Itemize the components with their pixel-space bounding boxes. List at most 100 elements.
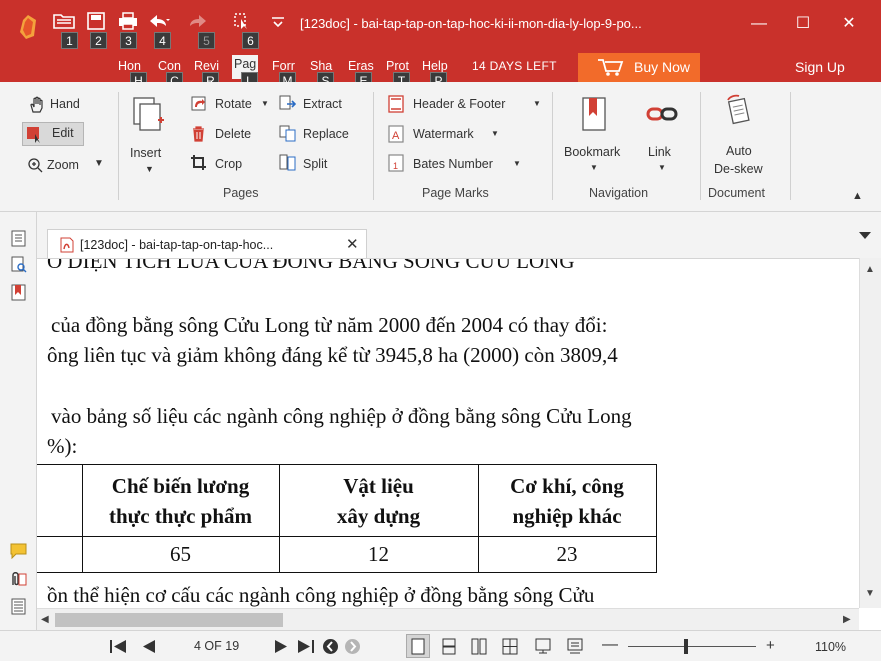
- zoom-tool-button[interactable]: Zoom: [47, 158, 79, 172]
- last-page-icon[interactable]: [296, 638, 316, 655]
- undo-icon[interactable]: [146, 12, 170, 30]
- deskew-label: De-skew: [714, 162, 763, 176]
- hand-icon: [30, 96, 43, 113]
- document-tab[interactable]: [123doc] - bai-tap-tap-on-tap-hoc... ✕: [47, 229, 367, 258]
- crop-button[interactable]: Crop: [215, 157, 242, 171]
- continuous-page-icon[interactable]: [440, 638, 458, 655]
- header-footer-dropdown-icon[interactable]: ▼: [533, 99, 541, 108]
- reflow-icon[interactable]: [566, 638, 584, 655]
- app-logo-icon: [20, 15, 36, 39]
- save-icon[interactable]: [84, 12, 108, 30]
- bookmarks-panel-icon[interactable]: [10, 284, 27, 301]
- table-value-cell: 23: [477, 536, 657, 573]
- zoom-slider-thumb[interactable]: [683, 639, 688, 654]
- tab-erase[interactable]: Eras: [348, 59, 374, 73]
- buy-now-label: Buy Now: [634, 59, 691, 75]
- tab-form[interactable]: Forr: [272, 59, 295, 73]
- keytip-1: 1: [61, 32, 78, 49]
- tab-share[interactable]: Sha: [310, 59, 332, 73]
- bookmark-dropdown-icon[interactable]: ▼: [590, 163, 598, 172]
- tab-list-dropdown-icon[interactable]: [859, 232, 871, 239]
- horizontal-scroll-thumb[interactable]: [55, 613, 283, 627]
- cursor-select-icon[interactable]: [232, 12, 256, 30]
- page-thumbnails-icon[interactable]: [10, 230, 27, 247]
- comments-icon[interactable]: [10, 542, 27, 559]
- close-button[interactable]: ✕: [832, 10, 866, 38]
- scroll-down-icon[interactable]: ▼: [865, 588, 875, 599]
- bates-number-button[interactable]: Bates Number: [413, 157, 493, 171]
- table-header-cell: Cơ khí, công nghiệp khác: [477, 464, 657, 537]
- first-page-icon[interactable]: [108, 638, 128, 655]
- scroll-right-icon[interactable]: ▶: [843, 614, 851, 625]
- presentation-mode-icon[interactable]: [534, 638, 552, 655]
- attachments-icon[interactable]: [10, 570, 27, 587]
- sign-up-link[interactable]: Sign Up: [795, 59, 845, 75]
- facing-pages-icon[interactable]: [470, 638, 488, 655]
- table-cell: [37, 536, 83, 573]
- doc-paragraph-line: %):: [47, 434, 78, 458]
- previous-view-icon[interactable]: [322, 638, 339, 655]
- page-indicator[interactable]: 4 OF 19: [194, 639, 239, 653]
- group-label-pages: Pages: [223, 186, 259, 200]
- watermark-button[interactable]: Watermark: [413, 127, 474, 141]
- group-separator: [118, 92, 119, 200]
- continuous-facing-icon[interactable]: [501, 638, 519, 655]
- link-dropdown-icon[interactable]: ▼: [658, 163, 666, 172]
- tab-protect[interactable]: Prot: [386, 59, 409, 73]
- collapse-ribbon-icon[interactable]: ▲: [852, 190, 863, 202]
- replace-button[interactable]: Replace: [303, 127, 349, 141]
- hand-tool-button[interactable]: Hand: [50, 97, 80, 111]
- customize-toolbar-icon[interactable]: [266, 12, 290, 30]
- extract-button[interactable]: Extract: [303, 97, 342, 111]
- minimize-button[interactable]: —: [742, 10, 776, 38]
- tab-home[interactable]: Hon: [118, 59, 141, 73]
- delete-icon: [193, 126, 204, 142]
- bookmark-button[interactable]: Bookmark: [564, 145, 620, 159]
- redo-icon[interactable]: [186, 12, 210, 30]
- zoom-in-icon[interactable]: +: [766, 637, 775, 654]
- split-button[interactable]: Split: [303, 157, 327, 171]
- vertical-scrollbar[interactable]: ▲ ▼: [859, 258, 881, 608]
- zoom-dropdown-icon[interactable]: ▼: [94, 158, 104, 169]
- header-footer-button[interactable]: Header & Footer: [413, 97, 505, 111]
- auto-deskew-icon: [727, 94, 750, 125]
- document-view[interactable]: Ở DIỆN TÍCH LÚA CỦA ĐỒNG BẰNG SÔNG CỬU L…: [37, 258, 859, 608]
- tab-help[interactable]: Help: [422, 59, 448, 73]
- zoom-level[interactable]: 110%: [815, 640, 846, 654]
- next-page-icon[interactable]: [272, 638, 290, 655]
- doc-paragraph-line: ông liên tục và giảm không đáng kể từ 39…: [47, 343, 618, 367]
- delete-button[interactable]: Delete: [215, 127, 251, 141]
- scroll-up-icon[interactable]: ▲: [865, 264, 875, 275]
- watermark-dropdown-icon[interactable]: ▼: [491, 129, 499, 138]
- doc-paragraph-line: của đồng bằng sông Cửu Long từ năm 2000 …: [51, 313, 608, 337]
- industry-data-table: Chế biến lương thực thực phẩm Vật liệu xây…: [37, 464, 657, 573]
- auto-deskew-button[interactable]: Auto: [726, 144, 752, 158]
- insert-dropdown-icon[interactable]: ▼: [145, 164, 154, 174]
- horizontal-scrollbar[interactable]: ◀ ▶: [37, 608, 859, 630]
- search-pages-icon[interactable]: [10, 256, 27, 273]
- previous-page-icon[interactable]: [140, 638, 158, 655]
- layers-icon[interactable]: [10, 598, 27, 615]
- link-button[interactable]: Link: [648, 145, 671, 159]
- bates-number-dropdown-icon[interactable]: ▼: [513, 159, 521, 168]
- keytip-2: 2: [90, 32, 107, 49]
- cart-icon: [598, 59, 624, 76]
- rotate-dropdown-icon[interactable]: ▼: [261, 99, 269, 108]
- open-folder-icon[interactable]: [52, 12, 76, 30]
- rotate-button[interactable]: Rotate: [215, 97, 252, 111]
- close-tab-icon[interactable]: ✕: [346, 235, 359, 253]
- tab-review[interactable]: Revi: [194, 59, 219, 73]
- maximize-button[interactable]: ☐: [786, 10, 820, 38]
- next-view-icon[interactable]: [344, 638, 361, 655]
- table-value-cell: 12: [278, 536, 479, 573]
- doc-heading: Ở DIỆN TÍCH LÚA CỦA ĐỒNG BẰNG SÔNG CỬU L…: [47, 258, 575, 273]
- scroll-left-icon[interactable]: ◀: [41, 614, 49, 625]
- print-icon[interactable]: [116, 12, 140, 30]
- zoom-out-icon[interactable]: —: [602, 636, 618, 654]
- buy-now-button[interactable]: Buy Now: [578, 53, 700, 82]
- tab-convert[interactable]: Con: [158, 59, 181, 73]
- svg-text:A: A: [392, 130, 400, 142]
- group-separator: [700, 92, 701, 200]
- zoom-slider[interactable]: [628, 646, 756, 647]
- insert-button[interactable]: Insert: [130, 146, 161, 160]
